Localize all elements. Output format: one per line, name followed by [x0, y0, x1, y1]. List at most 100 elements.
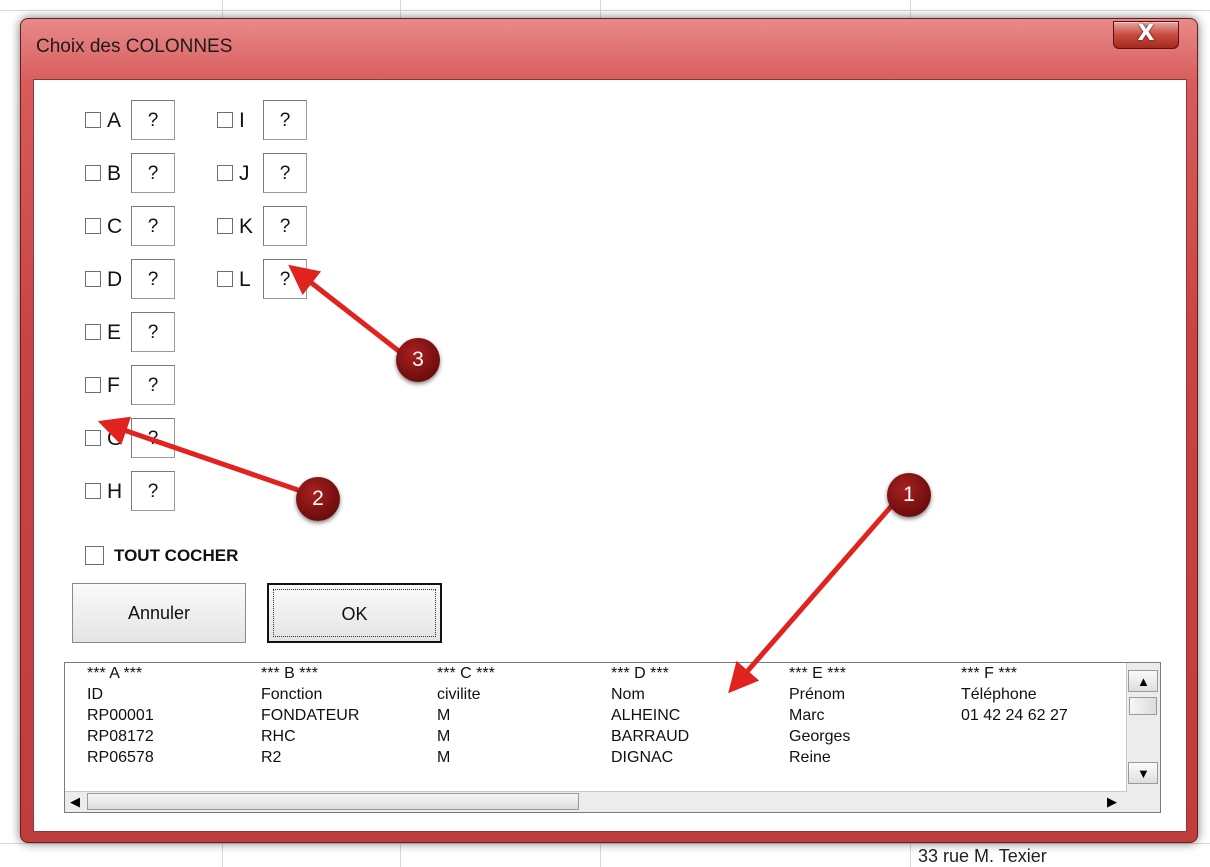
scroll-left-icon[interactable]: ◀: [70, 795, 80, 808]
list-cell: ALHEINC: [611, 707, 681, 724]
column-field-f[interactable]: ?: [131, 365, 175, 405]
list-cell: ID: [87, 686, 103, 703]
checkbox-label-k[interactable]: K: [239, 215, 253, 239]
checkbox-label-c[interactable]: C: [107, 215, 122, 239]
horizontal-scroll-thumb[interactable]: [87, 793, 579, 810]
list-cell: RP08172: [87, 728, 154, 745]
column-field-value: ?: [279, 110, 291, 131]
list-cell: Prénom: [789, 686, 846, 703]
list-cell: Nom: [611, 686, 645, 703]
column-field-d[interactable]: ?: [131, 259, 175, 299]
checkbox-b[interactable]: [85, 165, 101, 181]
checkbox-g[interactable]: [85, 430, 101, 446]
list-cell: M: [437, 749, 451, 766]
grid-line: [0, 10, 1210, 11]
ok-button-label: OK: [341, 604, 368, 624]
column-field-g[interactable]: ?: [131, 418, 175, 458]
checkbox-c[interactable]: [85, 218, 101, 234]
column-field-a[interactable]: ?: [131, 100, 175, 140]
list-cell: Reine: [789, 749, 831, 766]
scroll-up-button[interactable]: ▲: [1128, 670, 1158, 692]
close-button[interactable]: X: [1113, 21, 1179, 49]
column-field-value: ?: [147, 269, 159, 290]
column-field-value: ?: [147, 481, 159, 502]
list-column-b: *** B *** Fonction FONDATEUR RHC R2: [261, 663, 359, 768]
check-all-checkbox[interactable]: [85, 546, 104, 565]
checkbox-a[interactable]: [85, 112, 101, 128]
dialog-client-area: A ? B ? C ? D ? E ? F ? G ? H ? I ? J ? …: [33, 79, 1187, 832]
checkbox-label-f[interactable]: F: [107, 374, 120, 398]
sheet-cell-address[interactable]: 33 rue M. Texier: [918, 846, 1047, 867]
checkbox-j[interactable]: [217, 165, 233, 181]
list-cell: RHC: [261, 728, 296, 745]
list-column-header: *** B ***: [261, 665, 318, 682]
checkbox-e[interactable]: [85, 324, 101, 340]
list-cell: 01 42 24 62 27: [961, 707, 1068, 724]
scroll-down-button[interactable]: ▼: [1128, 762, 1158, 784]
checkbox-i[interactable]: [217, 112, 233, 128]
checkbox-label-j[interactable]: J: [239, 162, 250, 186]
dialog-title: Choix des COLONNES: [36, 36, 233, 57]
checkbox-label-b[interactable]: B: [107, 162, 121, 186]
close-icon: X: [1137, 21, 1155, 46]
list-cell: FONDATEUR: [261, 707, 360, 724]
checkbox-label-a[interactable]: A: [107, 109, 121, 133]
check-all-label[interactable]: TOUT COCHER: [114, 546, 238, 566]
list-cell: M: [437, 707, 451, 724]
list-column-c: *** C *** civilite M M M: [437, 663, 495, 768]
column-field-value: ?: [147, 428, 159, 449]
dialog-titlebar[interactable]: Choix des COLONNES X: [21, 19, 1197, 75]
list-column-header: *** F ***: [961, 665, 1018, 682]
checkbox-label-i[interactable]: I: [239, 109, 245, 133]
list-column-header: *** E ***: [789, 665, 846, 682]
list-column-d: *** D *** Nom ALHEINC BARRAUD DIGNAC: [611, 663, 689, 768]
annotation-badge-1: 1: [887, 473, 931, 517]
cancel-button[interactable]: Annuler: [72, 583, 246, 643]
column-field-h[interactable]: ?: [131, 471, 175, 511]
list-cell: BARRAUD: [611, 728, 690, 745]
checkbox-h[interactable]: [85, 483, 101, 499]
column-field-j[interactable]: ?: [263, 153, 307, 193]
checkbox-label-e[interactable]: E: [107, 321, 121, 345]
vertical-scroll-thumb[interactable]: [1129, 697, 1157, 715]
checkbox-f[interactable]: [85, 377, 101, 393]
column-field-e[interactable]: ?: [131, 312, 175, 352]
column-field-value: ?: [147, 216, 159, 237]
checkbox-label-l[interactable]: L: [239, 268, 251, 292]
column-field-l[interactable]: ?: [263, 259, 307, 299]
list-cell: Marc: [789, 707, 825, 724]
scroll-right-icon[interactable]: ▶: [1107, 795, 1117, 808]
column-field-k[interactable]: ?: [263, 206, 307, 246]
annotation-badge-3: 3: [396, 338, 440, 382]
checkbox-label-d[interactable]: D: [107, 268, 122, 292]
column-field-value: ?: [279, 269, 291, 290]
list-cell: [961, 726, 1068, 747]
vertical-scrollbar[interactable]: ▲ ▼: [1126, 663, 1160, 792]
list-cell: DIGNAC: [611, 749, 674, 766]
data-preview-list[interactable]: *** A *** ID RP00001 RP08172 RP06578 ***…: [64, 662, 1161, 813]
checkbox-l[interactable]: [217, 271, 233, 287]
column-field-value: ?: [279, 163, 291, 184]
column-field-value: ?: [279, 216, 291, 237]
cancel-button-label: Annuler: [127, 603, 191, 623]
ok-button[interactable]: OK: [267, 583, 442, 643]
column-field-value: ?: [147, 322, 159, 343]
checkbox-label-h[interactable]: H: [107, 480, 122, 504]
column-field-value: ?: [147, 375, 159, 396]
column-choice-dialog: Choix des COLONNES X A ? B ? C ? D ? E ?…: [20, 18, 1198, 843]
checkbox-d[interactable]: [85, 271, 101, 287]
list-cell: Téléphone: [961, 686, 1037, 703]
column-field-i[interactable]: ?: [263, 100, 307, 140]
list-column-a: *** A *** ID RP00001 RP08172 RP06578: [87, 663, 154, 768]
grid-line: [0, 843, 1210, 844]
list-column-header: *** D ***: [611, 665, 669, 682]
checkbox-k[interactable]: [217, 218, 233, 234]
column-field-b[interactable]: ?: [131, 153, 175, 193]
checkbox-label-g[interactable]: G: [107, 427, 123, 451]
list-column-e: *** E *** Prénom Marc Georges Reine: [789, 663, 850, 768]
column-field-c[interactable]: ?: [131, 206, 175, 246]
horizontal-scrollbar[interactable]: ◀ ▶: [65, 791, 1127, 812]
list-cell: M: [437, 728, 451, 745]
column-field-value: ?: [147, 110, 159, 131]
annotation-badge-2: 2: [296, 477, 340, 521]
